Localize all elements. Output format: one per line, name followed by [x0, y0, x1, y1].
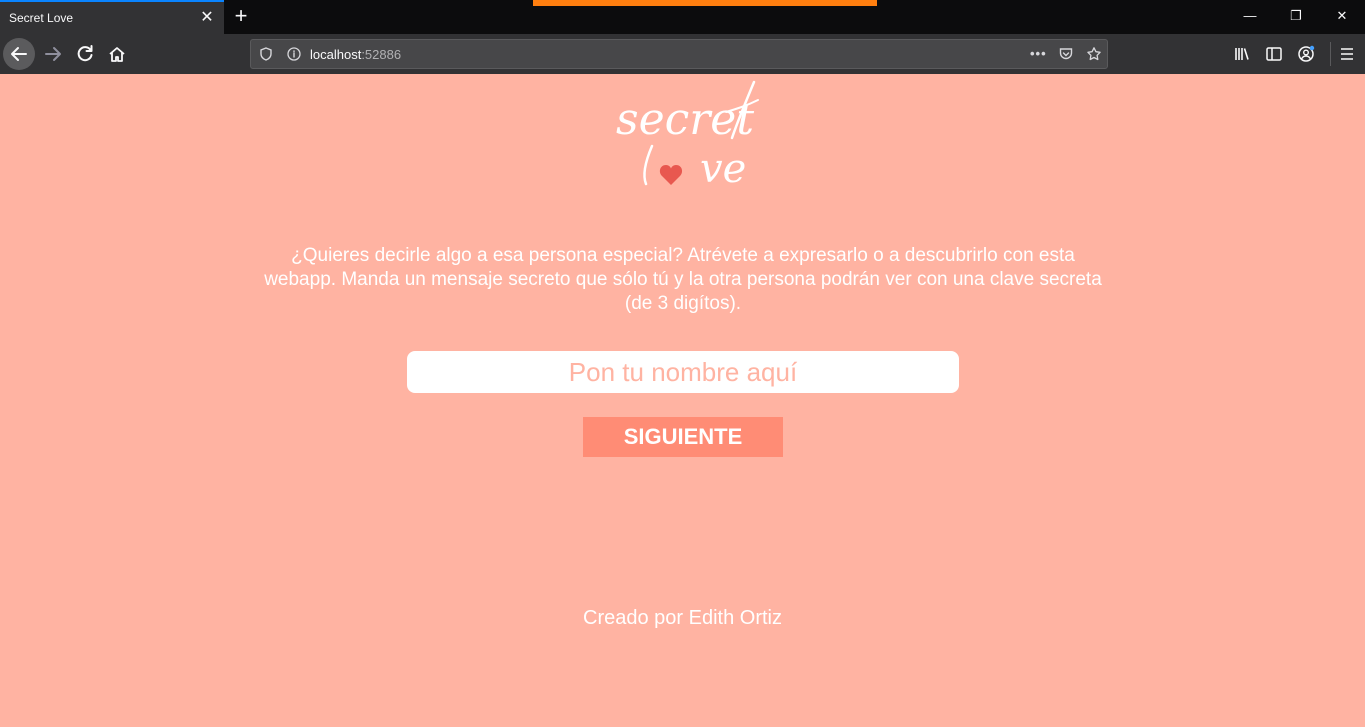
- url-port: :52886: [361, 47, 402, 62]
- star-icon[interactable]: [1086, 46, 1102, 62]
- close-icon[interactable]: ✕: [199, 10, 215, 26]
- next-button[interactable]: SIGUIENTE: [583, 417, 783, 457]
- secret-love-logo: secret ve: [612, 76, 762, 192]
- account-icon[interactable]: [1296, 44, 1316, 64]
- logo-secret-text: secret: [616, 94, 754, 145]
- arrow-left-icon[interactable]: [3, 38, 35, 70]
- plus-icon[interactable]: +: [230, 5, 252, 27]
- more-horizontal-icon[interactable]: •••: [1030, 46, 1046, 62]
- browser-navbar: localhost:52886 •••: [0, 34, 1365, 74]
- tab-title: Secret Love: [9, 11, 74, 25]
- toolbar-separator: [1330, 42, 1331, 66]
- pocket-icon[interactable]: [1058, 46, 1074, 62]
- url-bar[interactable]: localhost:52886 •••: [250, 39, 1108, 69]
- heart-icon: [659, 165, 683, 185]
- home-icon[interactable]: [101, 38, 133, 70]
- hamburger-menu-icon[interactable]: [1337, 44, 1357, 64]
- sidebar-icon[interactable]: [1264, 44, 1284, 64]
- logo-ve-text: ve: [700, 146, 746, 191]
- minimize-icon[interactable]: —: [1227, 0, 1273, 32]
- intro-text: ¿Quieres decirle algo a esa persona espe…: [264, 245, 1102, 314]
- library-icon[interactable]: [1232, 44, 1252, 64]
- footer-credit: Creado por Edith Ortiz: [583, 607, 782, 629]
- url-text[interactable]: localhost:52886: [310, 47, 401, 62]
- name-input[interactable]: [407, 351, 959, 393]
- reload-icon[interactable]: [69, 38, 101, 70]
- tab-secret-love[interactable]: Secret Love ✕: [0, 0, 224, 34]
- window-close-icon[interactable]: ✕: [1319, 0, 1365, 32]
- restore-icon[interactable]: ❐: [1273, 0, 1319, 32]
- screen-recording-indicator: [533, 0, 877, 6]
- info-icon[interactable]: [286, 46, 302, 62]
- arrow-right-icon[interactable]: [37, 38, 69, 70]
- shield-icon[interactable]: [258, 46, 274, 62]
- browser-titlebar: Secret Love ✕ + — ❐ ✕: [0, 0, 1365, 34]
- url-host: localhost: [310, 47, 362, 62]
